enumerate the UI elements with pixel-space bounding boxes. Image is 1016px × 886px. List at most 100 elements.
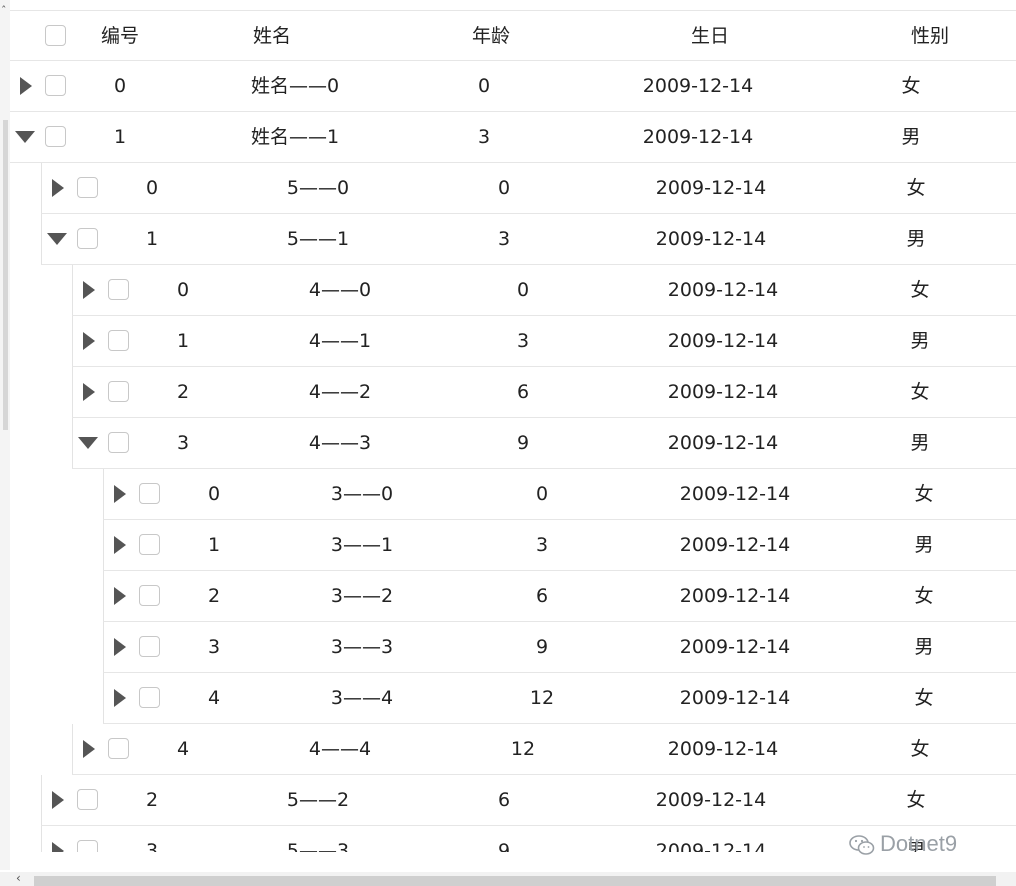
cell-name: 3——3 [330,636,394,658]
caret-right-icon[interactable] [114,536,126,554]
column-header-age[interactable]: 年龄 [472,11,510,61]
cell-gender: 女 [906,789,926,811]
caret-right-icon[interactable] [20,77,32,95]
table-row[interactable]: 0 5——0 0 2009-12-14 女 [41,163,1016,214]
vertical-scrollbar[interactable]: ˆ [0,0,10,870]
cell-birthday: 2009-12-14 [642,126,754,148]
table-row[interactable]: 0 姓名——0 0 2009-12-14 女 [10,61,1016,112]
cell-age: 3 [516,330,530,352]
row-checkbox[interactable] [77,177,98,198]
select-all-checkbox[interactable] [45,25,66,46]
cell-age: 3 [535,534,549,556]
cell-id: 1 [176,330,190,352]
row-checkbox[interactable] [77,789,98,810]
chevron-up-icon[interactable]: ˆ [1,5,7,16]
caret-right-icon[interactable] [52,179,64,197]
chevron-left-icon[interactable]: ‹ [16,871,21,885]
cell-birthday: 2009-12-14 [679,534,791,556]
table-row[interactable]: 4 4——4 12 2009-12-14 女 [72,724,1016,775]
row-checkbox[interactable] [45,126,66,147]
table-row[interactable]: 2 3——2 6 2009-12-14 女 [103,571,1016,622]
row-checkbox[interactable] [108,432,129,453]
cell-name: 5——2 [286,789,350,811]
column-header-id[interactable]: 编号 [101,11,139,61]
row-checkbox[interactable] [77,228,98,249]
caret-down-icon[interactable] [78,437,98,449]
cell-name: 3——2 [330,585,394,607]
cell-name: 4——1 [308,330,372,352]
table-row[interactable]: 0 3——0 0 2009-12-14 女 [103,469,1016,520]
caret-right-icon[interactable] [52,842,64,852]
cell-birthday: 2009-12-14 [655,177,767,199]
cell-age: 12 [529,687,555,709]
cell-id: 1 [207,534,221,556]
cell-name: 3——1 [330,534,394,556]
cell-name: 5——0 [286,177,350,199]
cell-age: 6 [516,381,530,403]
row-checkbox[interactable] [108,738,129,759]
cell-gender: 女 [906,177,926,199]
cell-id: 4 [176,738,190,760]
caret-right-icon[interactable] [83,740,95,758]
table-row[interactable]: 2 4——2 6 2009-12-14 女 [72,367,1016,418]
table-row[interactable]: 0 4——0 0 2009-12-14 女 [72,265,1016,316]
caret-right-icon[interactable] [83,332,95,350]
cell-birthday: 2009-12-14 [667,279,779,301]
table-row[interactable]: 1 3——1 3 2009-12-14 男 [103,520,1016,571]
row-checkbox[interactable] [45,75,66,96]
cell-age: 0 [477,75,491,97]
caret-right-icon[interactable] [114,485,126,503]
column-header-name[interactable]: 姓名 [253,11,291,61]
cell-gender: 女 [914,585,934,607]
table-row[interactable]: 1 4——1 3 2009-12-14 男 [72,316,1016,367]
row-checkbox[interactable] [77,840,98,852]
row-checkbox[interactable] [108,330,129,351]
table-row[interactable]: 1 姓名——1 3 2009-12-14 男 [10,112,1016,163]
cell-birthday: 2009-12-14 [642,75,754,97]
cell-gender: 女 [914,483,934,505]
cell-age: 0 [497,177,511,199]
row-checkbox[interactable] [108,279,129,300]
cell-age: 0 [516,279,530,301]
row-checkbox[interactable] [139,636,160,657]
row-checkbox[interactable] [139,534,160,555]
caret-right-icon[interactable] [83,383,95,401]
table-row[interactable]: 4 3——4 12 2009-12-14 女 [103,673,1016,724]
cell-gender: 男 [906,228,926,250]
cell-birthday: 2009-12-14 [679,687,791,709]
cell-id: 2 [176,381,190,403]
column-header-birthday[interactable]: 生日 [691,11,729,61]
table-row[interactable]: 3 4——3 9 2009-12-14 男 [72,418,1016,469]
cell-id: 0 [145,177,159,199]
watermark: Dotnet9 [848,830,957,858]
caret-down-icon[interactable] [15,131,35,143]
cell-name: 3——4 [330,687,394,709]
scrollbar-thumb[interactable] [3,120,8,430]
table-row[interactable]: 2 5——2 6 2009-12-14 女 [41,775,1016,826]
table-row[interactable]: 1 5——1 3 2009-12-14 男 [41,214,1016,265]
cell-birthday: 2009-12-14 [667,381,779,403]
caret-right-icon[interactable] [83,281,95,299]
caret-right-icon[interactable] [52,791,64,809]
row-checkbox[interactable] [108,381,129,402]
cell-age: 6 [497,789,511,811]
table-row[interactable]: 3 3——3 9 2009-12-14 男 [103,622,1016,673]
cell-name: 姓名——0 [250,75,340,97]
cell-age: 9 [497,840,511,852]
cell-birthday: 2009-12-14 [655,228,767,250]
row-checkbox[interactable] [139,585,160,606]
column-header-gender[interactable]: 性别 [911,11,949,61]
cell-gender: 男 [910,432,930,454]
cell-gender: 女 [914,687,934,709]
row-checkbox[interactable] [139,483,160,504]
cell-name: 4——2 [308,381,372,403]
row-checkbox[interactable] [139,687,160,708]
cell-id: 2 [207,585,221,607]
scrollbar-thumb[interactable] [34,876,996,886]
caret-down-icon[interactable] [47,233,67,245]
caret-right-icon[interactable] [114,587,126,605]
caret-right-icon[interactable] [114,689,126,707]
cell-birthday: 2009-12-14 [679,483,791,505]
horizontal-scrollbar[interactable]: ‹ [0,871,1016,886]
caret-right-icon[interactable] [114,638,126,656]
